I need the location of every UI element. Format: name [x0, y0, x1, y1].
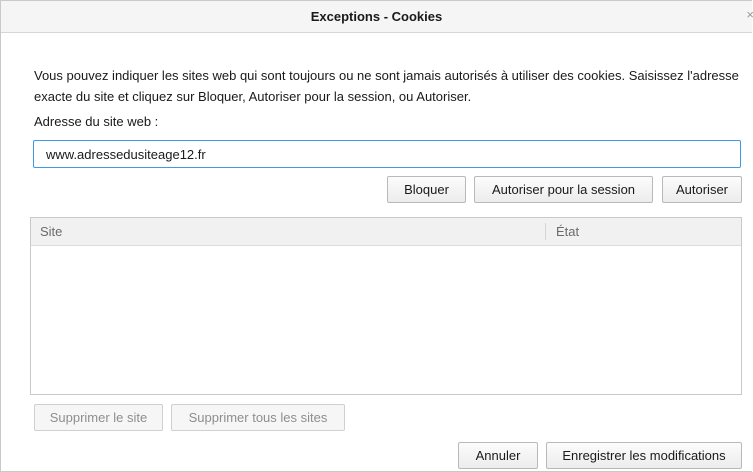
table-header: Site État: [31, 218, 741, 246]
cookie-exceptions-dialog: Exceptions - Cookies × Vous pouvez indiq…: [0, 0, 753, 472]
block-button[interactable]: Bloquer: [387, 176, 466, 203]
remove-site-button[interactable]: Supprimer le site: [34, 404, 163, 431]
dialog-title: Exceptions - Cookies: [310, 9, 443, 24]
cancel-button[interactable]: Annuler: [458, 442, 538, 469]
description-text: Vous pouvez indiquer les sites web qui s…: [34, 68, 739, 104]
title-bar: Exceptions - Cookies ×: [1, 1, 753, 33]
save-changes-button[interactable]: Enregistrer les modifications: [546, 442, 742, 469]
allow-button[interactable]: Autoriser: [662, 176, 742, 203]
column-divider[interactable]: [545, 223, 546, 240]
column-header-site[interactable]: Site: [40, 224, 62, 239]
exceptions-table[interactable]: Site État: [30, 217, 742, 395]
close-icon[interactable]: ×: [746, 7, 753, 22]
allow-session-button[interactable]: Autoriser pour la session: [474, 176, 653, 203]
website-address-input[interactable]: [33, 140, 741, 168]
column-header-status[interactable]: État: [556, 224, 579, 239]
address-label: Adresse du site web :: [34, 114, 159, 129]
remove-all-sites-button[interactable]: Supprimer tous les sites: [171, 404, 345, 431]
